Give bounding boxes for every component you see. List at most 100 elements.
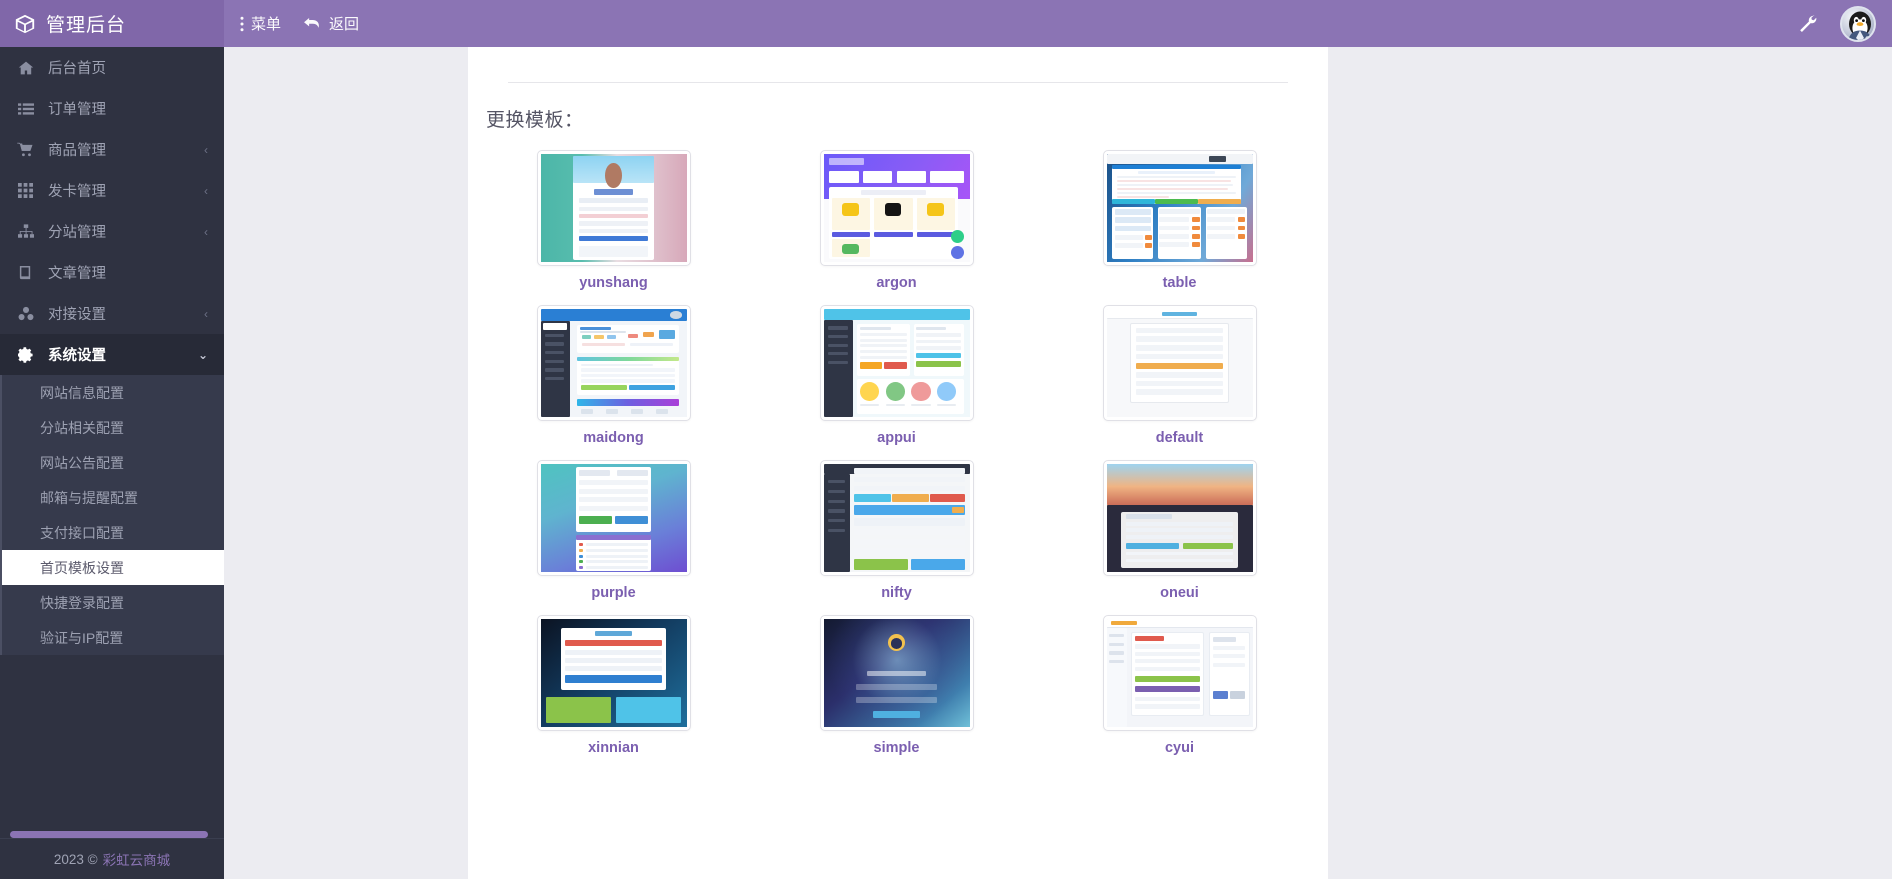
- sidebar-item-substations[interactable]: 分站管理 ‹: [0, 211, 224, 252]
- template-card[interactable]: cyui: [1038, 615, 1321, 756]
- template-card[interactable]: purple: [472, 460, 755, 601]
- sidebar-subitem-substation[interactable]: 分站相关配置: [2, 410, 224, 445]
- template-thumbnail-default[interactable]: [1102, 305, 1257, 421]
- sidebar-item-label: 文章管理: [48, 266, 106, 282]
- page-title: 更换模板：: [486, 110, 584, 131]
- content-card: 更换模板： yunshang argon table maidong appui…: [468, 47, 1328, 879]
- sidebar-item-label: 订单管理: [48, 102, 106, 118]
- template-name[interactable]: yunshang: [579, 275, 647, 291]
- sidebar-subitem-payment[interactable]: 支付接口配置: [2, 515, 224, 550]
- template-card[interactable]: yunshang: [472, 150, 755, 291]
- sidebar-item-products[interactable]: 商品管理 ‹: [0, 129, 224, 170]
- back-button[interactable]: 返回: [303, 13, 359, 34]
- brand-logo[interactable]: 管理后台: [0, 0, 224, 47]
- subitem-label: 网站信息配置: [40, 384, 124, 401]
- top-bar-actions: [1798, 5, 1892, 42]
- system-settings-submenu: 网站信息配置 分站相关配置 网站公告配置 邮箱与提醒配置 支付接口配置 首页模板…: [0, 375, 224, 655]
- subitem-label: 网站公告配置: [40, 454, 124, 471]
- sidebar-footer: 2023 © 彩虹云商城: [0, 838, 224, 879]
- sidebar-subitem-site-info[interactable]: 网站信息配置: [2, 375, 224, 410]
- template-card[interactable]: argon: [755, 150, 1038, 291]
- template-name[interactable]: oneui: [1160, 585, 1199, 601]
- top-bar: 管理后台 菜单 返回: [0, 0, 1892, 47]
- template-card[interactable]: appui: [755, 305, 1038, 446]
- cubes-icon: [16, 306, 35, 321]
- sidebar-item-cards[interactable]: 发卡管理 ‹: [0, 170, 224, 211]
- template-name[interactable]: maidong: [583, 430, 643, 446]
- sidebar-item-label: 系统设置: [48, 348, 106, 364]
- sidebar-item-orders[interactable]: 订单管理: [0, 88, 224, 129]
- template-thumbnail-oneui[interactable]: [1102, 460, 1257, 576]
- template-name[interactable]: simple: [874, 740, 920, 756]
- avatar[interactable]: [1840, 5, 1876, 42]
- sidebar: 后台首页 订单管理 商品管理 ‹ 发卡管理 ‹ 分站管理 ‹ 文章管理 对接设置…: [0, 47, 224, 879]
- cart-icon: [16, 142, 35, 157]
- footer-brand-link[interactable]: 彩虹云商城: [103, 849, 171, 869]
- caret-icon: ‹: [204, 224, 208, 239]
- gear-icon: [16, 346, 35, 363]
- template-name[interactable]: purple: [591, 585, 635, 601]
- template-thumbnail-yunshang[interactable]: [536, 150, 691, 266]
- undo-arrow-icon: [303, 16, 322, 31]
- template-thumbnail-appui[interactable]: [819, 305, 974, 421]
- back-label: 返回: [329, 16, 360, 33]
- template-thumbnail-xinnian[interactable]: [536, 615, 691, 731]
- menu-label: 菜单: [251, 16, 282, 33]
- template-thumbnail-simple[interactable]: [819, 615, 974, 731]
- sidebar-subitem-captcha-ip[interactable]: 验证与IP配置: [2, 620, 224, 655]
- template-card[interactable]: simple: [755, 615, 1038, 756]
- template-name[interactable]: table: [1163, 275, 1197, 291]
- template-card[interactable]: maidong: [472, 305, 755, 446]
- sidebar-item-articles[interactable]: 文章管理: [0, 252, 224, 293]
- subitem-label: 首页模板设置: [40, 559, 124, 576]
- template-thumbnail-cyui[interactable]: [1102, 615, 1257, 731]
- template-card[interactable]: xinnian: [472, 615, 755, 756]
- top-nav: 菜单 返回: [224, 13, 359, 34]
- template-card[interactable]: nifty: [755, 460, 1038, 601]
- template-name[interactable]: default: [1156, 430, 1204, 446]
- wrench-icon[interactable]: [1798, 14, 1818, 34]
- divider: [508, 82, 1288, 83]
- template-name[interactable]: appui: [877, 430, 916, 446]
- subitem-label: 支付接口配置: [40, 524, 124, 541]
- menu-button[interactable]: 菜单: [240, 13, 281, 34]
- template-thumbnail-maidong[interactable]: [536, 305, 691, 421]
- sidebar-scrollbar[interactable]: [10, 831, 208, 838]
- cube-icon: [14, 13, 36, 35]
- subitem-label: 快捷登录配置: [40, 594, 124, 611]
- template-card[interactable]: oneui: [1038, 460, 1321, 601]
- caret-icon: ‹: [204, 306, 208, 321]
- template-thumbnail-purple[interactable]: [536, 460, 691, 576]
- template-thumbnail-table[interactable]: [1102, 150, 1257, 266]
- template-card[interactable]: default: [1038, 305, 1321, 446]
- sidebar-item-dashboard[interactable]: 后台首页: [0, 47, 224, 88]
- sidebar-subitem-announcement[interactable]: 网站公告配置: [2, 445, 224, 480]
- template-name[interactable]: cyui: [1165, 740, 1194, 756]
- book-icon: [16, 265, 35, 280]
- template-name[interactable]: nifty: [881, 585, 912, 601]
- sidebar-item-label: 发卡管理: [48, 184, 106, 200]
- caret-icon: ‹: [204, 183, 208, 198]
- brand-title: 管理后台: [46, 15, 127, 36]
- template-name[interactable]: argon: [876, 275, 916, 291]
- main-area: 更换模板： yunshang argon table maidong appui…: [224, 47, 1892, 879]
- template-thumbnail-argon[interactable]: [819, 150, 974, 266]
- template-thumbnail-nifty[interactable]: [819, 460, 974, 576]
- admin-panel: 管理后台 菜单 返回 后台首页 订单管理 商品管理 ‹ 发卡管理 ‹ 分站管理 …: [0, 0, 1892, 879]
- sidebar-item-system-settings[interactable]: 系统设置 ⌄: [0, 334, 224, 375]
- sidebar-item-integrations[interactable]: 对接设置 ‹: [0, 293, 224, 334]
- subitem-label: 分站相关配置: [40, 419, 124, 436]
- sidebar-item-label: 商品管理: [48, 143, 106, 159]
- home-icon: [16, 60, 35, 76]
- sidebar-subitem-quick-login[interactable]: 快捷登录配置: [2, 585, 224, 620]
- subitem-label: 验证与IP配置: [40, 629, 124, 646]
- template-grid: yunshang argon table maidong appui defau…: [468, 132, 1328, 770]
- copyright-year: 2023 ©: [53, 851, 98, 867]
- sidebar-subitem-mail[interactable]: 邮箱与提醒配置: [2, 480, 224, 515]
- grid-icon: [16, 183, 35, 198]
- template-name[interactable]: xinnian: [588, 740, 639, 756]
- template-card[interactable]: table: [1038, 150, 1321, 291]
- sidebar-subitem-home-template[interactable]: 首页模板设置: [2, 550, 224, 585]
- sitemap-icon: [16, 224, 35, 239]
- list-icon: [16, 102, 35, 116]
